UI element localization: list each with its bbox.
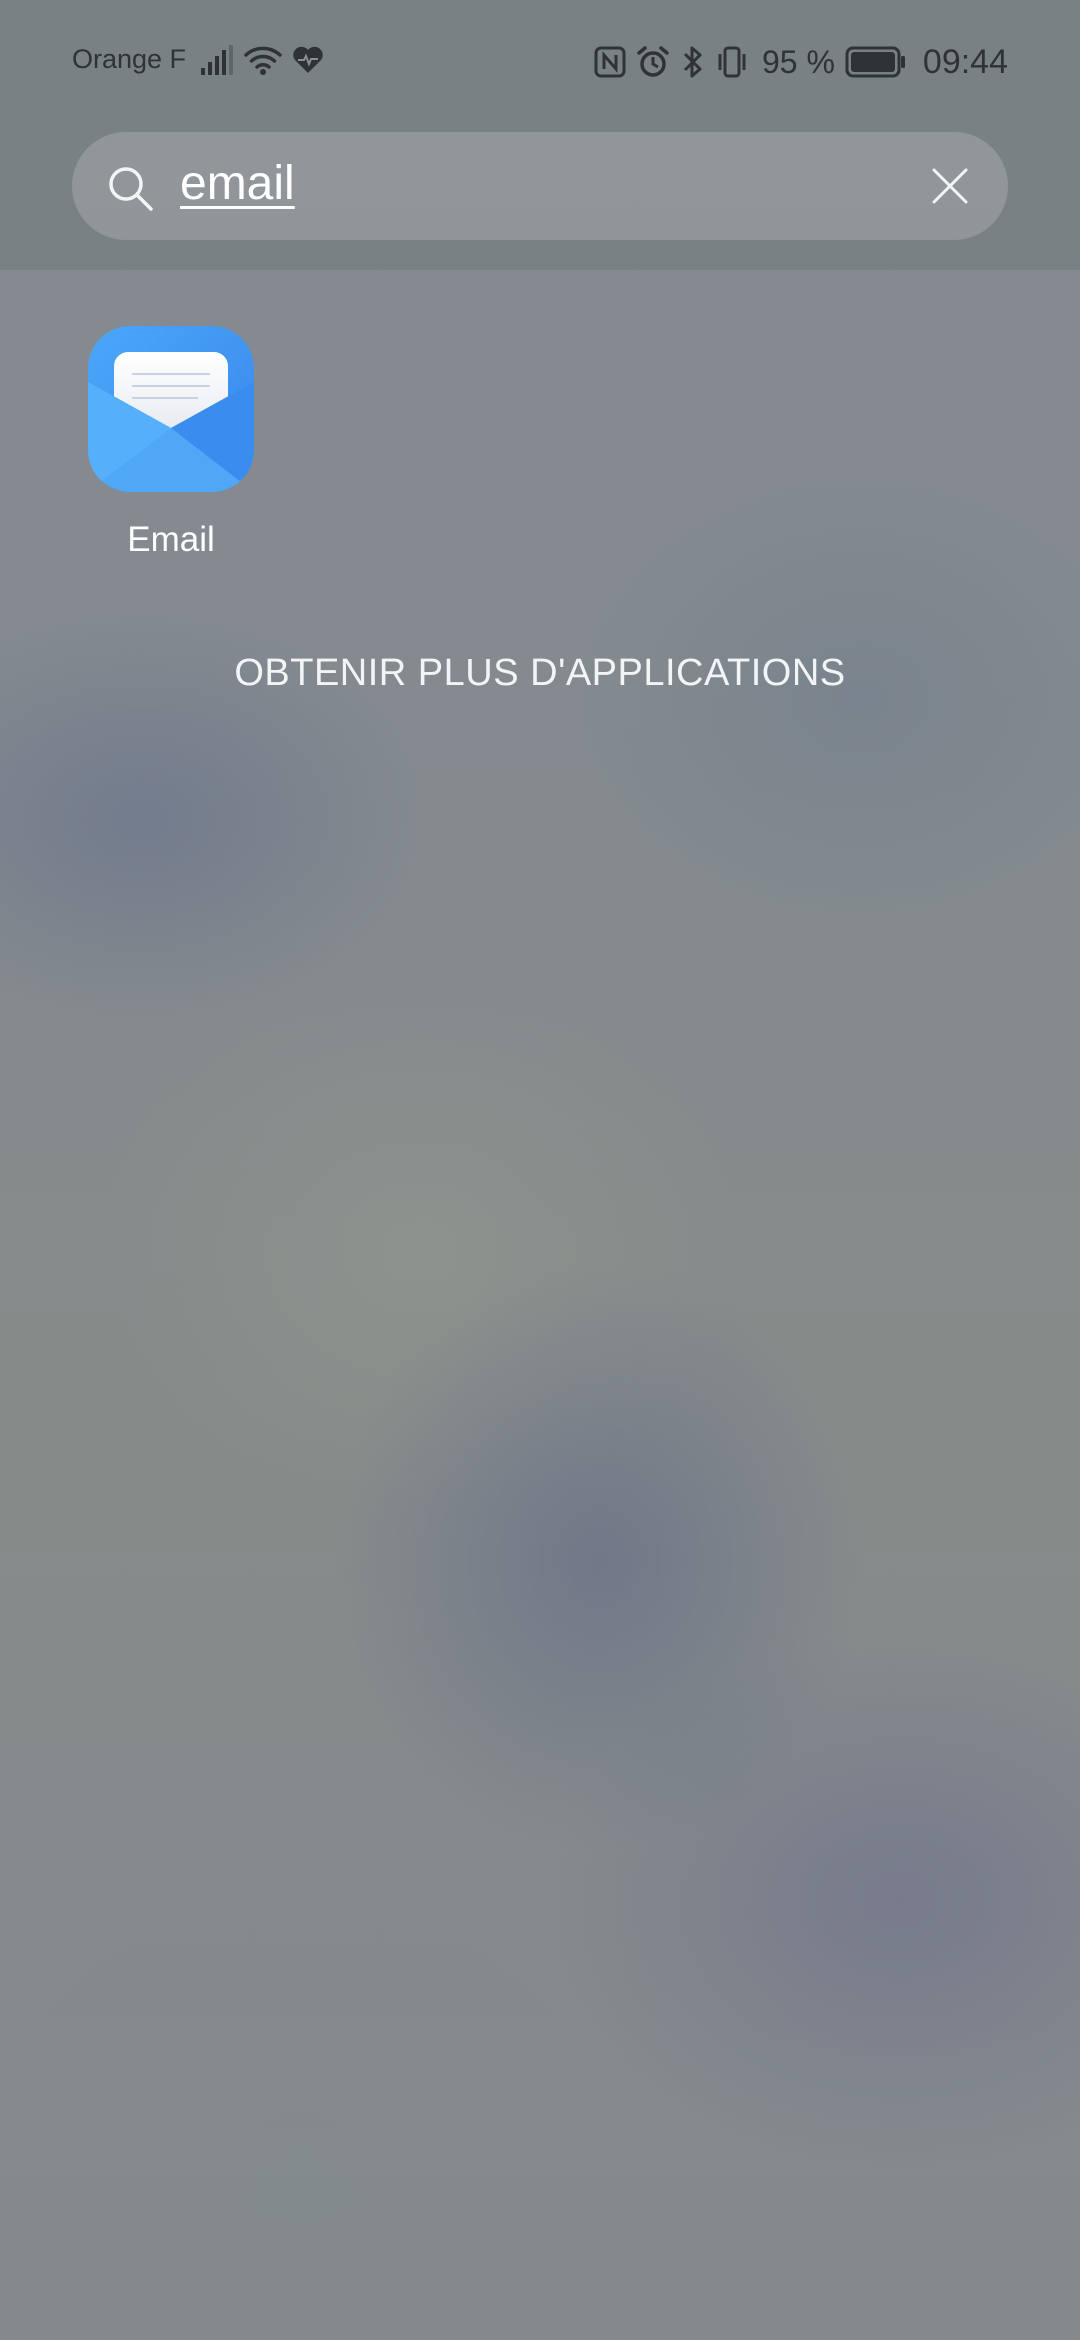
app-label: Email	[127, 520, 215, 559]
alarm-icon	[637, 46, 669, 77]
vibrate-icon	[718, 46, 746, 78]
clock: 09:44	[922, 42, 1008, 81]
status-icons-left	[200, 40, 324, 80]
search-bar[interactable]: email	[72, 132, 1008, 240]
health-icon	[293, 46, 323, 73]
nfc-icon	[594, 46, 626, 78]
close-icon[interactable]	[930, 166, 970, 206]
signal-icon	[201, 45, 233, 75]
carrier-name: Orange F	[72, 44, 187, 74]
status-icons-right: 95 % 09:44	[594, 40, 1008, 84]
get-more-apps-link[interactable]: OBTENIR PLUS D'APPLICATIONS	[0, 652, 1080, 695]
search-icon	[109, 167, 153, 211]
wifi-icon	[244, 46, 282, 75]
email-app-icon	[88, 326, 254, 492]
search-input[interactable]: email	[180, 156, 295, 211]
battery-percent: 95 %	[761, 43, 835, 80]
status-bar: Orange F 95 % 09:44	[0, 0, 1080, 124]
app-result-email[interactable]: Email	[88, 326, 254, 560]
battery-icon	[845, 46, 905, 78]
bluetooth-icon	[683, 46, 702, 78]
